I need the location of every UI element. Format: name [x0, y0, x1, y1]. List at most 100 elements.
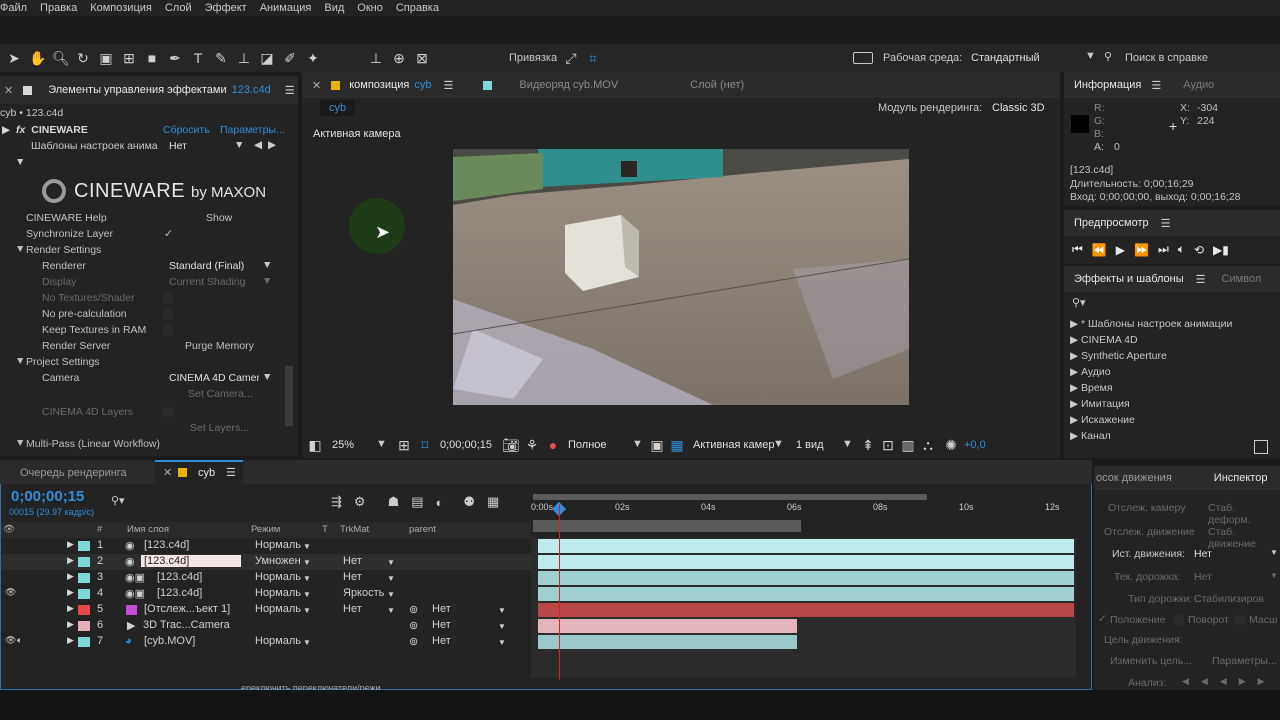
- pan-behind-tool-icon[interactable]: ⊞: [121, 50, 137, 66]
- rectangle-tool-icon[interactable]: ■: [144, 50, 160, 66]
- work-area-bar[interactable]: [533, 494, 927, 500]
- no-precalc-checkbox[interactable]: [163, 309, 173, 319]
- layer-row[interactable]: 👁︎ ▶ 4 ◉▣ [123.c4d] Нормаль ▼ Яркость ▼: [1, 586, 531, 602]
- panel-title[interactable]: Элементы управления эффектами: [48, 84, 226, 96]
- label-color[interactable]: [78, 637, 90, 647]
- expand-icon[interactable]: ▶: [67, 539, 74, 550]
- fx-icon[interactable]: fx: [16, 124, 25, 136]
- menu-view[interactable]: Вид: [324, 0, 344, 16]
- menu-help[interactable]: Справка: [396, 0, 439, 16]
- tab-info[interactable]: Информация: [1074, 79, 1141, 91]
- panel-menu-icon[interactable]: ☰: [1161, 217, 1171, 230]
- tab-character[interactable]: Символ: [1222, 273, 1262, 285]
- next-frame-icon[interactable]: ⏩: [1134, 243, 1149, 257]
- expand-icon[interactable]: ▶: [67, 635, 74, 646]
- expand-icon[interactable]: ▶: [67, 603, 74, 614]
- panel-menu-icon[interactable]: ☰: [226, 466, 236, 479]
- effects-category[interactable]: ▶ Аудио: [1070, 366, 1111, 378]
- chevron-down-icon[interactable]: ▼: [303, 638, 311, 647]
- effects-category[interactable]: ▶ Время: [1070, 382, 1113, 394]
- next-preset-icon[interactable]: ▶: [268, 139, 276, 151]
- layer-row[interactable]: ▶ 3 ◉▣ [123.c4d] Нормаль ▼ Нет ▼: [1, 570, 531, 586]
- camera-tool-icon[interactable]: ▣: [98, 50, 114, 66]
- eraser-tool-icon[interactable]: ◪: [259, 50, 275, 66]
- layer-parent[interactable]: Нет: [432, 603, 451, 615]
- exposure-reset-icon[interactable]: ✺: [943, 437, 959, 453]
- panel-menu-icon[interactable]: ☰: [285, 84, 295, 97]
- preset-select[interactable]: Нет: [169, 140, 187, 152]
- eye-icon[interactable]: 👁︎: [3, 524, 15, 535]
- always-preview-icon[interactable]: ◧: [307, 437, 323, 453]
- panel-menu-icon[interactable]: ☰: [444, 79, 454, 92]
- chevron-down-icon[interactable]: ▼: [387, 606, 395, 615]
- roto-brush-tool-icon[interactable]: ✐: [282, 50, 298, 66]
- layer-mode[interactable]: Нормаль: [255, 603, 301, 615]
- tab-composition[interactable]: композиция: [349, 79, 409, 91]
- panel-menu-icon[interactable]: ☰: [1196, 273, 1206, 286]
- close-icon[interactable]: ✕: [312, 79, 321, 92]
- audio-icon[interactable]: 🔈︎: [17, 635, 22, 646]
- axis-view-icon[interactable]: ⊠: [414, 50, 430, 66]
- effects-category[interactable]: ▶ Имитация: [1070, 398, 1130, 410]
- label-color[interactable]: [78, 573, 90, 583]
- puppet-pin-tool-icon[interactable]: ✦: [305, 50, 321, 66]
- chevron-down-icon[interactable]: ▼: [773, 438, 784, 450]
- draft-3d-icon[interactable]: ⚙: [354, 494, 366, 510]
- last-frame-icon[interactable]: ⏭: [1158, 242, 1169, 257]
- close-icon[interactable]: ✕: [4, 84, 13, 97]
- pickwhip-icon[interactable]: ⊚: [409, 619, 418, 632]
- label-color[interactable]: [78, 605, 90, 615]
- menu-edit[interactable]: Правка: [40, 0, 77, 16]
- type-tool-icon[interactable]: T: [190, 50, 206, 66]
- layer-row[interactable]: ▶ 2 ◉ [123.c4d] Умножен ▼ Нет ▼: [1, 554, 531, 570]
- render-module-value[interactable]: Classic 3D: [992, 102, 1045, 114]
- layer-mode[interactable]: Нормаль: [255, 571, 301, 583]
- expand-icon[interactable]: ▶: [2, 124, 10, 136]
- view-camera-select[interactable]: Активная камер: [693, 439, 774, 451]
- tab-effects-presets[interactable]: Эффекты и шаблоны: [1074, 273, 1184, 285]
- menu-composition[interactable]: Композиция: [90, 0, 152, 16]
- expand-icon[interactable]: ▶: [67, 571, 74, 582]
- col-mode[interactable]: Режим: [251, 524, 280, 535]
- chevron-down-icon[interactable]: ▼: [498, 638, 506, 647]
- expand-icon[interactable]: ▼: [15, 243, 25, 255]
- pickwhip-icon[interactable]: ⊚: [409, 635, 418, 648]
- layer-mode[interactable]: Нормаль: [255, 635, 301, 647]
- resolution-select[interactable]: Полное: [568, 439, 607, 451]
- shy-icon[interactable]: ☗: [388, 494, 400, 510]
- time-ruler[interactable]: 0:00s 02s 04s 06s 08s 10s 12s: [531, 484, 1089, 532]
- rotate-tool-icon[interactable]: ↻: [75, 50, 91, 66]
- chevron-down-icon[interactable]: ▼: [303, 574, 311, 583]
- params-link[interactable]: Параметры...: [220, 124, 285, 136]
- graph-editor-icon[interactable]: ⚉: [463, 494, 475, 510]
- playhead-line[interactable]: [559, 504, 560, 680]
- expand-icon[interactable]: ▼: [15, 355, 25, 367]
- layer-bar[interactable]: [538, 555, 1074, 569]
- tab-layer[interactable]: Слой (нет): [690, 79, 744, 91]
- multipass-group[interactable]: Multi-Pass (Linear Workflow): [26, 438, 160, 450]
- project-settings-group[interactable]: Project Settings: [26, 356, 100, 368]
- layer-trkmat[interactable]: Нет: [343, 571, 362, 583]
- show-help-button[interactable]: Show: [206, 212, 232, 224]
- expand-icon[interactable]: ▼: [15, 437, 25, 449]
- ram-preview-icon[interactable]: ▶▮: [1213, 243, 1229, 257]
- layer-trkmat[interactable]: Нет: [343, 603, 362, 615]
- zoom-select[interactable]: 25%: [332, 439, 354, 451]
- motion-blur-icon[interactable]: ◐: [436, 495, 444, 510]
- chevron-down-icon[interactable]: ▼: [387, 558, 395, 567]
- panel-menu-icon[interactable]: ☰: [1151, 79, 1161, 92]
- zoom-tool-icon[interactable]: 🔍︎: [52, 50, 70, 66]
- chevron-down-icon[interactable]: ▼: [262, 259, 272, 271]
- chevron-down-icon[interactable]: ▼: [303, 558, 311, 567]
- layer-bar[interactable]: [538, 571, 1074, 585]
- col-trkmat[interactable]: TrkMat: [340, 524, 369, 535]
- chevron-down-icon[interactable]: ▼: [387, 590, 395, 599]
- layer-bar[interactable]: [538, 603, 1074, 617]
- clone-stamp-tool-icon[interactable]: ⊥: [236, 50, 252, 66]
- menu-window[interactable]: Окно: [357, 0, 383, 16]
- frame-blend-icon[interactable]: ▤: [411, 494, 423, 510]
- brush-tool-icon[interactable]: ✎: [213, 50, 229, 66]
- chevron-down-icon[interactable]: ▼: [303, 606, 311, 615]
- keep-textures-checkbox[interactable]: [163, 325, 173, 335]
- sync-layer-checkbox[interactable]: ✓: [164, 228, 173, 240]
